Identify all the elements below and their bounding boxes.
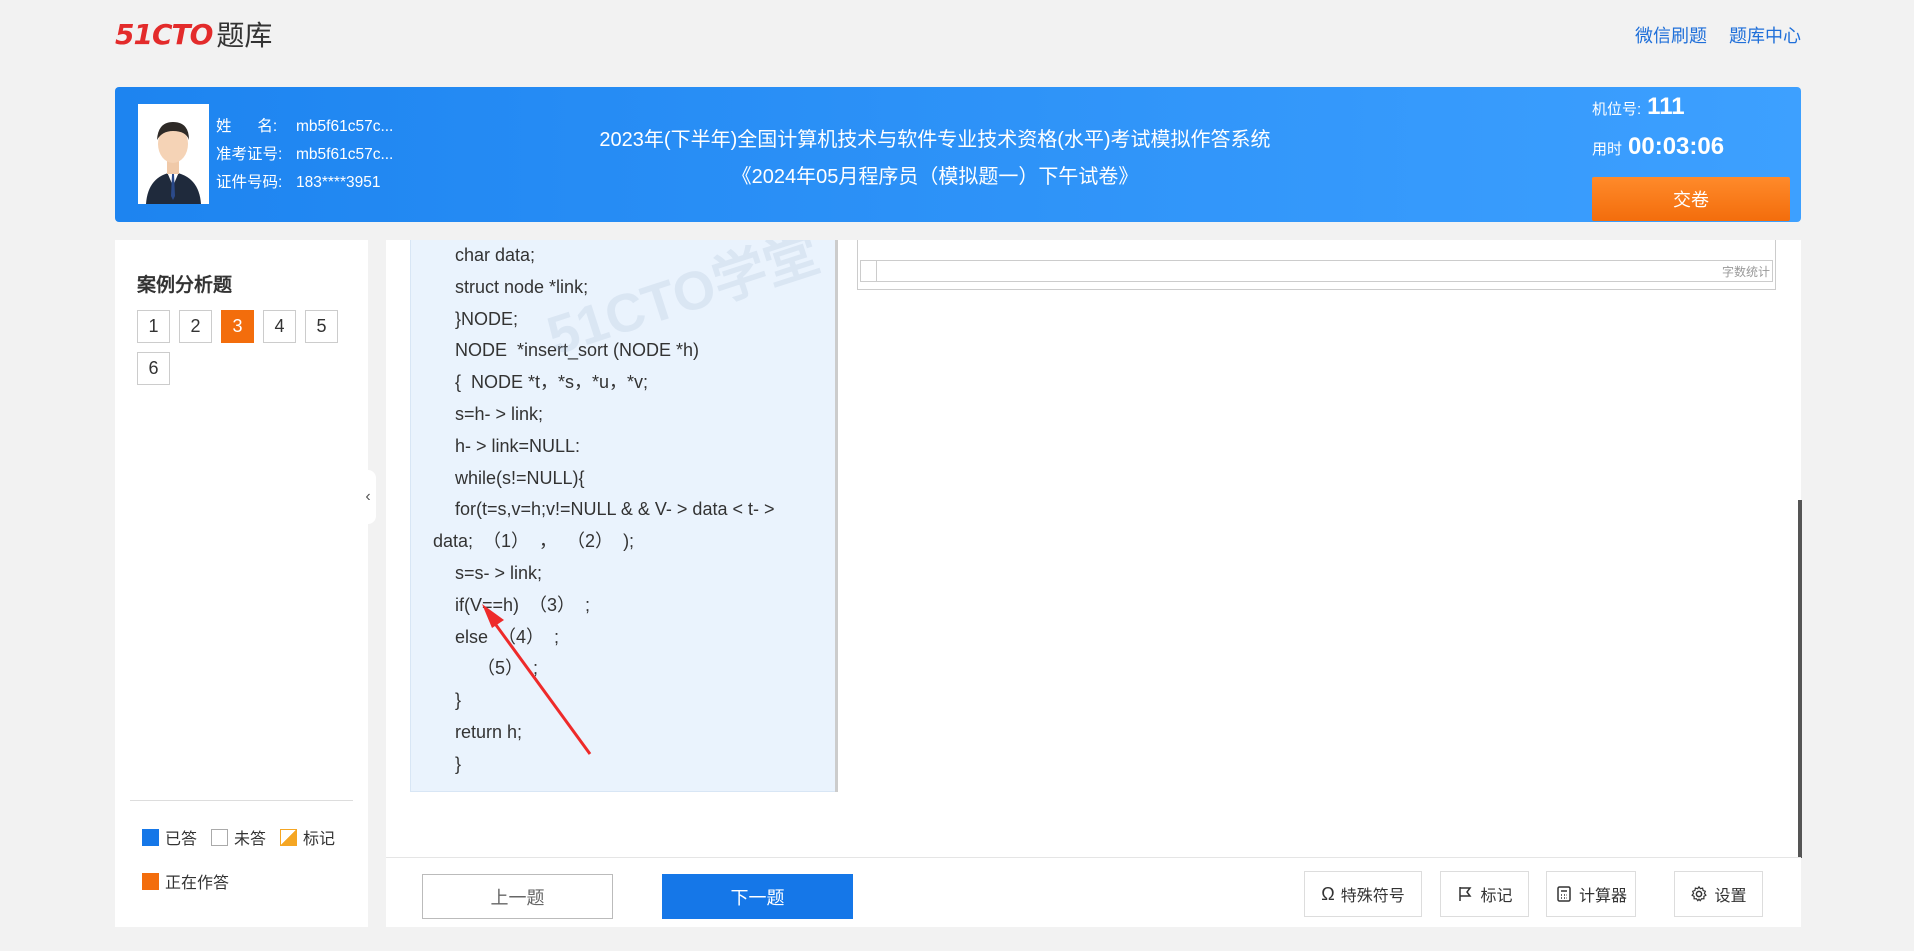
settings-label: 设置 [1714, 888, 1747, 905]
legend-current-label: 正在作答 [165, 875, 230, 892]
legend-unanswered-label: 未答 [234, 831, 267, 848]
flag-icon [1459, 887, 1472, 901]
legend-unanswered: 未答 [211, 825, 266, 849]
answer-input[interactable]: 字数统计 [860, 260, 1773, 282]
time-value: 00:03:06 [1628, 133, 1725, 160]
id-value: 183****3951 [296, 174, 381, 191]
collapse-sidebar-chevron-left-icon[interactable]: ‹ [360, 470, 376, 524]
omega-icon: Ω [1321, 883, 1335, 904]
candidate-info: 姓 名: mb5f61c57c... 准考证号: mb5f61c57c... 证… [216, 113, 393, 197]
exam-title: 2023年(下半年)全国计算机技术与软件专业技术资格(水平)考试模拟作答系统 《… [495, 122, 1375, 196]
time-row: 用时 00:03:06 [1592, 133, 1792, 173]
submit-exam-button[interactable]: 交卷 [1592, 177, 1790, 221]
legend-marked: 标记 [280, 825, 335, 849]
seat-row: 机位号: 111 [1592, 93, 1792, 133]
exam-title-line1: 2023年(下半年)全国计算机技术与软件专业技术资格(水平)考试模拟作答系统 [599, 129, 1271, 151]
time-label: 用时 [1592, 141, 1623, 158]
answered-swatch [142, 828, 159, 846]
logo-mark: 51CTO [115, 17, 213, 51]
vertical-scrollbar[interactable] [1798, 500, 1802, 858]
exam-title-line2: 《2024年05月程序员（模拟题一）下午试卷》 [731, 166, 1139, 188]
legend-marked-label: 标记 [303, 831, 336, 848]
status-legend: 已答 未答 标记 正在作答 [142, 825, 362, 893]
avatar [138, 104, 209, 204]
marked-swatch [280, 828, 298, 846]
current-swatch [142, 872, 159, 890]
mark-button[interactable]: 标记 [1440, 871, 1529, 917]
logo-text: 题库 [216, 20, 273, 51]
section-title: 案例分析题 [137, 275, 233, 296]
seat-label: 机位号: [1592, 101, 1642, 118]
id-row: 证件号码: 183****3951 [216, 169, 393, 197]
question-grid: 1 2 3 4 5 6 [137, 310, 357, 385]
top-bar: 51CTO 题库 微信刷题 题库中心 [0, 0, 1914, 70]
question-number-button[interactable]: 6 [137, 352, 170, 385]
word-count-label: 字数统计 [1721, 265, 1770, 279]
gear-icon [1691, 885, 1708, 902]
question-number-button[interactable]: 2 [179, 310, 212, 343]
question-bank-center-link[interactable]: 题库中心 [1729, 22, 1801, 48]
id-label: 证件号码: [216, 174, 283, 191]
bottom-toolbar: 上一题 下一题 Ω 特殊符号 标记 计算器 设置 [386, 857, 1801, 927]
legend-answered: 已答 [142, 825, 197, 849]
ticket-value: mb5f61c57c... [296, 146, 394, 163]
previous-question-button[interactable]: 上一题 [422, 874, 613, 919]
red-arrow-annotation [482, 604, 592, 755]
name-label: 姓 名: [216, 118, 278, 135]
settings-button[interactable]: 设置 [1674, 871, 1763, 917]
calculator-icon [1557, 886, 1571, 902]
question-number-button[interactable]: 4 [263, 310, 296, 343]
question-number-button[interactable]: 5 [305, 310, 338, 343]
special-chars-label: 特殊符号 [1340, 888, 1405, 905]
legend-current: 正在作答 [142, 869, 229, 893]
legend-answered-label: 已答 [165, 831, 198, 848]
question-content: 51CTO学堂 char data; struct node *link; }N… [386, 240, 1802, 858]
top-links: 微信刷题 题库中心 [1635, 22, 1801, 48]
seat-value: 111 [1647, 93, 1685, 120]
answer-area: 字数统计 [857, 240, 1776, 290]
answer-line-gutter [861, 261, 877, 281]
ticket-row: 准考证号: mb5f61c57c... [216, 141, 393, 169]
exam-header: 姓 名: mb5f61c57c... 准考证号: mb5f61c57c... 证… [115, 87, 1801, 222]
question-number-button-current[interactable]: 3 [221, 310, 254, 343]
exam-status: 机位号: 111 用时 00:03:06 交卷 [1592, 93, 1792, 221]
unanswered-swatch [211, 828, 229, 846]
mark-label: 标记 [1480, 888, 1513, 905]
logo[interactable]: 51CTO 题库 [115, 14, 272, 54]
ticket-label: 准考证号: [216, 146, 283, 163]
calculator-button[interactable]: 计算器 [1546, 871, 1636, 917]
question-number-button[interactable]: 1 [137, 310, 170, 343]
name-value: mb5f61c57c... [296, 118, 394, 135]
name-row: 姓 名: mb5f61c57c... [216, 113, 393, 141]
legend-divider [130, 800, 353, 801]
special-chars-button[interactable]: Ω 特殊符号 [1304, 871, 1422, 917]
next-question-button[interactable]: 下一题 [662, 874, 853, 919]
calculator-label: 计算器 [1578, 888, 1627, 905]
wechat-practice-link[interactable]: 微信刷题 [1635, 22, 1707, 48]
panel-splitter[interactable] [835, 240, 838, 792]
question-navigator: 案例分析题 1 2 3 4 5 6 已答 未答 标记 正在作答 [115, 240, 368, 927]
